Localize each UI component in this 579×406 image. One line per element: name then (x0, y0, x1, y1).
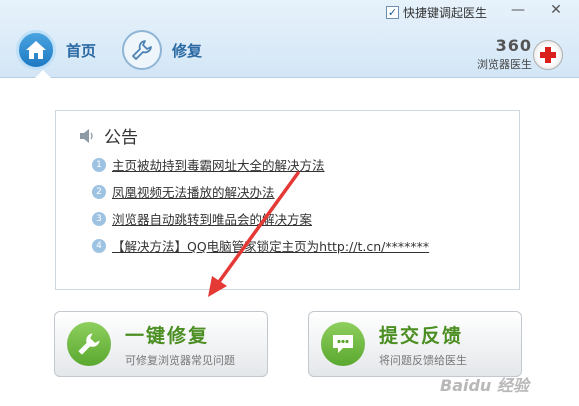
item-number: 4 (92, 238, 106, 253)
quick-doctor-label: 快捷键调起医生 (403, 6, 488, 20)
list-item: 4 【解决方法】QQ电脑管家锁定主页为http://t.cn/******* (92, 232, 429, 259)
header-bar: 首页 修复 ✓ 快捷键调起医生 — ✕ 360 浏览器医生 (0, 0, 579, 79)
active-tab-pointer (34, 70, 52, 79)
wrench-icon (67, 322, 111, 366)
notice-link[interactable]: 主页被劫持到毒霸网址大全的解决方法 (112, 155, 325, 174)
notice-panel: 公告 1 主页被劫持到毒霸网址大全的解决方法 2 凤凰视频无法播放的解决办法 3… (55, 110, 520, 290)
brand-name: 浏览器医生 (477, 58, 532, 71)
feedback-subtitle: 将问题反馈给医生 (379, 353, 467, 367)
brand: 360 浏览器医生 (464, 36, 532, 72)
notice-list: 1 主页被劫持到毒霸网址大全的解决方法 2 凤凰视频无法播放的解决办法 3 浏览… (92, 151, 429, 259)
item-number: 2 (92, 184, 106, 199)
repair-title: 一键修复 (125, 324, 210, 347)
nav-home-label: 首页 (66, 41, 97, 60)
submit-feedback-button[interactable]: 提交反馈 将问题反馈给医生 (308, 311, 522, 377)
list-item: 1 主页被劫持到毒霸网址大全的解决方法 (92, 151, 429, 178)
notice-title: 公告 (104, 128, 138, 148)
feedback-title: 提交反馈 (379, 324, 464, 347)
home-icon (16, 30, 56, 70)
wrench-icon (122, 30, 162, 70)
nav-repair-tab[interactable]: 修复 (122, 30, 202, 70)
speaker-icon (80, 128, 93, 143)
chat-icon (321, 322, 365, 366)
one-click-repair-button[interactable]: 一键修复 可修复浏览器常见问题 (54, 311, 268, 377)
item-number: 1 (92, 157, 106, 172)
repair-subtitle: 可修复浏览器常见问题 (125, 353, 235, 367)
quick-doctor-option[interactable]: ✓ 快捷键调起医生 (386, 4, 487, 21)
close-button[interactable]: ✕ (540, 0, 572, 20)
notice-link[interactable]: 凤凰视频无法播放的解决办法 (112, 182, 275, 201)
notice-link[interactable]: 浏览器自动跳转到唯品会的解决方案 (112, 209, 312, 228)
nav-home-tab[interactable]: 首页 (16, 30, 96, 70)
nav-repair-label: 修复 (172, 41, 203, 60)
watermark: Baidu 经验 (440, 376, 529, 395)
notice-link[interactable]: 【解决方法】QQ电脑管家锁定主页为http://t.cn/******* (112, 236, 429, 255)
item-number: 3 (92, 211, 106, 226)
brand-number: 360 (495, 36, 532, 55)
list-item: 3 浏览器自动跳转到唯品会的解决方案 (92, 205, 429, 232)
minimize-button[interactable]: — (502, 0, 534, 20)
red-cross-logo-icon (533, 40, 563, 70)
notice-header: 公告 (78, 123, 138, 148)
quick-doctor-checkbox[interactable]: ✓ (386, 6, 399, 19)
list-item: 2 凤凰视频无法播放的解决办法 (92, 178, 429, 205)
